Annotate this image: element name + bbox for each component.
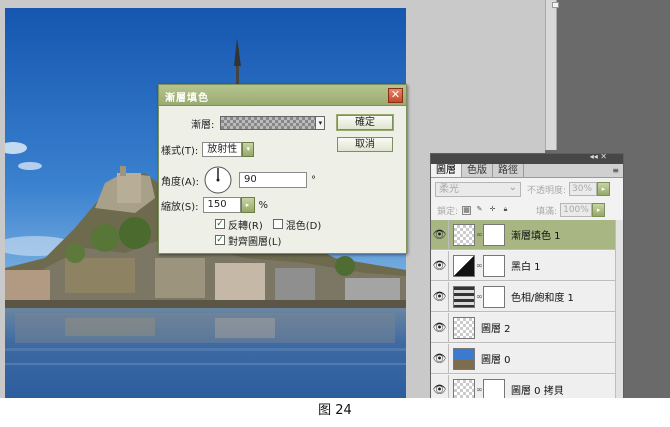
eye-icon[interactable]: 👁︎ — [431, 220, 449, 249]
fill-label: 填滿: — [536, 206, 558, 217]
dialog-titlebar[interactable]: 漸層填色 ✕ — [159, 85, 406, 106]
layer-mask — [483, 378, 505, 398]
link-icon: ∞ — [476, 292, 483, 301]
cancel-button[interactable]: 取消 — [337, 137, 393, 152]
eye-icon[interactable]: 👁︎ — [431, 344, 449, 373]
eye-icon[interactable]: 👁︎ — [431, 251, 449, 280]
blend-row: 柔光 不透明度: 30% ▸ — [431, 179, 623, 199]
style-row: 樣式(T): 放射性 ▾ — [161, 140, 255, 158]
angle-dial-icon[interactable] — [203, 165, 233, 195]
gradient-fill-dialog: 漸層填色 ✕ 漸層: ▾ 樣式(T): 放射性 ▾ 角度(A): 90 ° 縮放… — [158, 84, 407, 254]
angle-unit: ° — [311, 174, 317, 186]
fill-arrow-icon[interactable]: ▸ — [592, 203, 606, 217]
layer-row[interactable]: 👁︎ 圖層 0 — [431, 344, 617, 374]
checkbox-row-1: ✓ 反轉(R) 混色(D) — [215, 217, 322, 232]
panel-collapse-icon[interactable]: ◂◂ ✕ — [590, 152, 607, 161]
layer-row[interactable]: 👁︎ ∞ 黑白 1 — [431, 251, 617, 281]
hue-saturation-icon — [453, 285, 475, 308]
gradient-swatch[interactable] — [220, 116, 317, 130]
panel-menu-icon[interactable]: ≡ — [612, 166, 619, 175]
layer-name: 漸層填色 1 — [511, 231, 561, 242]
tab-channels[interactable]: 色版 — [462, 164, 493, 177]
lock-icon[interactable]: 🔒︎ — [501, 205, 510, 215]
scale-input[interactable]: 150 — [202, 197, 241, 213]
brush-icon[interactable]: ✎ — [475, 205, 484, 215]
layer-name: 圖層 0 — [481, 355, 511, 366]
layer-name: 圖層 0 拷貝 — [511, 386, 564, 397]
angle-row: 角度(A): 90 ° — [161, 165, 316, 195]
layer-mask — [483, 285, 505, 308]
reverse-checkbox[interactable]: ✓ — [215, 219, 225, 229]
fill-input[interactable]: 100% — [560, 203, 593, 217]
eye-icon[interactable]: 👁︎ — [431, 313, 449, 342]
dialog-title: 漸層填色 — [165, 93, 209, 104]
layer-row[interactable]: 👁︎ ∞ 漸層填色 1 — [431, 220, 617, 250]
layer-thumbnail — [453, 223, 475, 246]
style-label: 樣式(T): — [161, 145, 199, 157]
angle-label: 角度(A): — [161, 176, 200, 188]
move-icon[interactable]: ✛ — [488, 205, 497, 215]
align-label[interactable]: 對齊圖層(L) — [228, 233, 281, 248]
reverse-label[interactable]: 反轉(R) — [228, 217, 263, 232]
scale-label: 縮放(S): — [161, 201, 199, 213]
slider-arrow-icon[interactable]: ▸ — [240, 197, 255, 213]
link-icon: ∞ — [476, 230, 483, 239]
opacity-input[interactable]: 30% — [569, 182, 598, 196]
ok-button[interactable]: 確定 — [337, 115, 393, 130]
lock-row: 鎖定: ▦ ✎ ✛ 🔒︎ 填滿: 100% ▸ — [431, 201, 623, 219]
layer-name: 色相/飽和度 1 — [511, 293, 574, 304]
gradient-label: 漸層: — [191, 119, 215, 131]
align-checkbox[interactable]: ✓ — [215, 235, 225, 245]
scale-unit: % — [258, 199, 269, 211]
close-icon[interactable]: ✕ — [388, 88, 403, 103]
scale-row: 縮放(S): 150 ▸ % — [161, 196, 268, 214]
chevron-down-icon[interactable]: ▾ — [242, 141, 255, 157]
eye-icon[interactable]: 👁︎ — [431, 282, 449, 311]
photoshop-window: 漸層填色 ✕ 漸層: ▾ 樣式(T): 放射性 ▾ 角度(A): 90 ° 縮放… — [0, 0, 670, 398]
link-icon: ∞ — [476, 261, 483, 270]
layer-row[interactable]: 👁︎ ∞ 圖層 0 拷貝 — [431, 375, 617, 398]
layer-thumbnail — [453, 316, 475, 339]
layer-row[interactable]: 👁︎ 圖層 2 — [431, 313, 617, 343]
layer-thumbnail — [453, 347, 475, 370]
bw-adjustment-icon — [453, 254, 475, 277]
layer-mask — [483, 254, 505, 277]
dither-label[interactable]: 混色(D) — [286, 217, 322, 232]
checkbox-row-2: ✓ 對齊圖層(L) — [215, 233, 281, 248]
lock-label: 鎖定: — [437, 206, 459, 217]
panel-header[interactable]: ◂◂ ✕ — [431, 152, 623, 164]
layers-scrollbar[interactable] — [615, 220, 623, 398]
lock-transparent-icon[interactable]: ▦ — [462, 205, 472, 215]
style-select[interactable]: 放射性 — [202, 141, 243, 157]
blend-mode-select[interactable]: 柔光 — [435, 181, 521, 197]
chevron-down-icon[interactable]: ▾ — [316, 116, 326, 130]
scroll-thumb[interactable] — [552, 2, 559, 8]
layer-row[interactable]: 👁︎ ∞ 色相/飽和度 1 — [431, 282, 617, 312]
gradient-row: 漸層: ▾ — [191, 114, 326, 132]
dither-checkbox[interactable] — [272, 219, 283, 229]
layer-mask — [483, 223, 505, 246]
layer-name: 圖層 2 — [481, 324, 511, 335]
tab-paths[interactable]: 路徑 — [493, 164, 524, 177]
eye-icon[interactable]: 👁︎ — [431, 375, 449, 398]
opacity-label: 不透明度: — [527, 185, 567, 196]
link-icon: ∞ — [476, 385, 483, 394]
opacity-arrow-icon[interactable]: ▸ — [597, 182, 611, 196]
tab-layers[interactable]: 圖層 — [431, 164, 462, 177]
layers-panel: ◂◂ ✕ 圖層 色版 路徑 ≡ 柔光 不透明度: 30% ▸ 鎖定: ▦ ✎ ✛… — [430, 152, 624, 398]
layer-thumbnail — [453, 378, 475, 398]
angle-input[interactable]: 90 — [239, 172, 308, 188]
canvas-scrollbar[interactable] — [545, 0, 559, 150]
figure-caption: 图 24 — [318, 403, 352, 418]
layer-name: 黑白 1 — [511, 262, 541, 273]
panel-tabs: 圖層 色版 路徑 ≡ — [431, 164, 623, 178]
